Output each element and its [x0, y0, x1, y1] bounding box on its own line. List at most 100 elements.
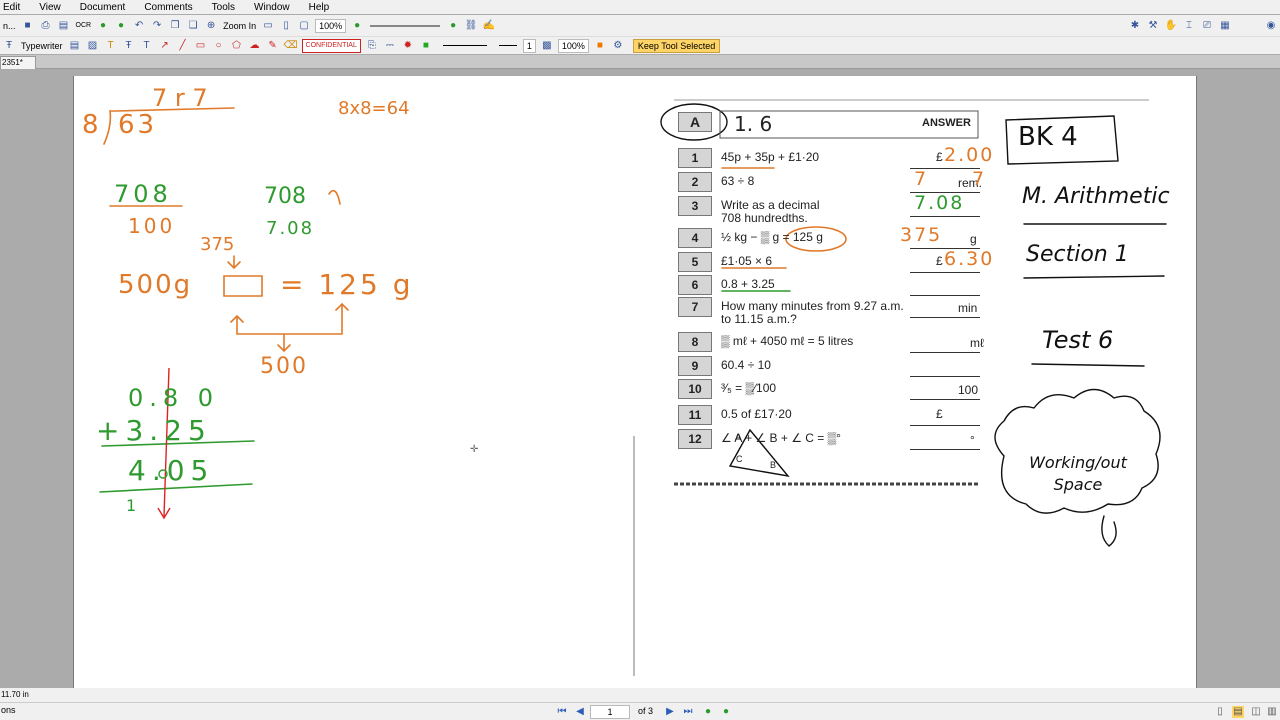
highlight-icon[interactable]: ▨ — [86, 39, 100, 53]
weight-left: 500g — [118, 270, 193, 300]
note-icon[interactable]: ▤ — [68, 39, 82, 53]
document-tab[interactable]: 2351* — [0, 56, 36, 69]
menu-comments[interactable]: Comments — [144, 2, 192, 13]
ocr-button[interactable]: OCR — [76, 22, 92, 29]
status-bar: 11.70 in — [0, 688, 1280, 702]
paste-icon[interactable]: ❏ — [186, 19, 200, 33]
question-number: 4 — [678, 228, 712, 248]
print-icon[interactable]: ⎙ — [39, 19, 53, 33]
subject-label: M. Arithmetic — [1022, 184, 1170, 209]
redo-icon[interactable]: ↷ — [150, 19, 164, 33]
facing-icon[interactable]: ◫ — [1250, 706, 1262, 718]
stamp-tool-icon[interactable]: ✹ — [401, 39, 415, 53]
section-label: Section 1 — [1026, 242, 1129, 267]
fraction-decimal: 7.08 — [266, 218, 315, 239]
menu-help[interactable]: Help — [309, 2, 330, 13]
back-view-icon[interactable]: ● — [702, 706, 714, 718]
line-width-preview — [498, 45, 517, 46]
document-page[interactable]: 8 63 7 r 7 8x8=64 708 100 708 7.08 375 5… — [73, 76, 1197, 688]
answer-line — [910, 352, 980, 353]
zoom-in-icon[interactable]: ⊕ — [204, 19, 218, 33]
measure-icon[interactable]: ⎓ — [383, 39, 397, 53]
page-size: 11.70 in — [1, 690, 29, 699]
zoom-plus-icon[interactable]: ● — [446, 19, 460, 33]
line-icon[interactable]: ╱ — [176, 39, 190, 53]
polygon-icon[interactable]: ⬠ — [230, 39, 244, 53]
arrow-icon[interactable]: ↗ — [158, 39, 172, 53]
last-page-icon[interactable]: ⏭ — [682, 706, 694, 718]
properties-icon[interactable]: ⚙ — [611, 39, 625, 53]
signature-icon[interactable]: ✍ — [482, 19, 496, 33]
scan-icon[interactable]: ▤ — [57, 19, 71, 33]
box-placeholder — [223, 275, 263, 297]
cloud-icon[interactable]: ☁ — [248, 39, 262, 53]
typewriter-button[interactable]: Typewriter — [21, 41, 63, 51]
actual-size-icon[interactable]: ▢ — [297, 19, 311, 33]
previous-page-icon[interactable]: ◀ — [574, 706, 586, 718]
continuous-icon[interactable]: ▤ — [1232, 706, 1244, 718]
single-page-icon[interactable]: ▯ — [1214, 706, 1226, 718]
document-tab-bar: 2351* — [0, 55, 1280, 69]
fit-width-icon[interactable]: ▯ — [279, 19, 293, 33]
line-style-select[interactable] — [442, 45, 487, 46]
undo-icon[interactable]: ↶ — [132, 19, 146, 33]
zoom-out-icon[interactable]: ● — [350, 19, 364, 33]
user-icon[interactable]: ◉ — [1264, 19, 1278, 33]
stamp-confidential[interactable]: CONFIDENTIAL — [301, 38, 361, 53]
menu-document[interactable]: Document — [80, 2, 126, 13]
zoom-slider[interactable] — [370, 24, 441, 27]
question-text-line2: 708 hundredths. — [721, 211, 808, 225]
pattern-icon[interactable]: ▩ — [540, 39, 554, 53]
snapshot-icon[interactable]: ⎚ — [1200, 19, 1214, 33]
open-menu[interactable]: n... — [3, 21, 16, 31]
hand-icon[interactable]: ✋ — [1164, 19, 1178, 33]
menu-window[interactable]: Window — [254, 2, 290, 13]
typewriter-icon[interactable]: Ŧ — [2, 39, 16, 53]
menu-edit[interactable]: Edit — [3, 2, 20, 13]
eraser-icon[interactable]: ⌫ — [284, 39, 298, 53]
page-number-input[interactable]: 1 — [590, 705, 630, 719]
next-page-icon[interactable]: ▶ — [664, 706, 676, 718]
copy-icon[interactable]: ❐ — [168, 19, 182, 33]
book-label: BK 4 — [1018, 122, 1078, 152]
question-number: 12 — [678, 429, 712, 449]
answer-prefix: £ — [936, 254, 943, 268]
annotation-layer — [99, 99, 1167, 676]
zoom-select[interactable]: 100% — [315, 18, 347, 33]
strikeout-icon[interactable]: Ŧ — [122, 39, 136, 53]
first-page-icon[interactable]: ⏮ — [556, 706, 568, 718]
continuous-facing-icon[interactable]: ▥ — [1266, 706, 1278, 718]
link-icon[interactable]: ⛓ — [464, 19, 478, 33]
text-box-icon[interactable]: T — [104, 39, 118, 53]
color-icon[interactable]: ■ — [593, 39, 607, 53]
stamp-icon[interactable]: ✱ — [1128, 19, 1142, 33]
select-icon[interactable]: ⌶ — [1182, 19, 1196, 33]
question-text: 0.5 of £17·20 — [721, 407, 792, 421]
attach-icon[interactable]: ⎘ — [365, 39, 379, 53]
menu-tools[interactable]: Tools — [212, 2, 235, 13]
underline-icon[interactable]: T — [140, 39, 154, 53]
zoom-in-button[interactable]: Zoom In — [223, 21, 256, 31]
fill-color-icon[interactable]: ■ — [419, 39, 433, 53]
question-number: 10 — [678, 379, 712, 399]
menu-view[interactable]: View — [39, 2, 61, 13]
carry-digit: 1 — [126, 496, 137, 515]
underline-test — [1031, 363, 1145, 367]
tools-icon[interactable]: ⚒ — [1146, 19, 1160, 33]
rectangle-icon[interactable]: ▭ — [194, 39, 208, 53]
forward-icon[interactable]: ● — [114, 19, 128, 33]
back-icon[interactable]: ● — [96, 19, 110, 33]
forward-view-icon[interactable]: ● — [720, 706, 732, 718]
table-icon[interactable]: ▦ — [1218, 19, 1232, 33]
options-menu[interactable]: ons — [1, 705, 16, 715]
keep-tool-selected-button[interactable]: Keep Tool Selected — [632, 38, 721, 53]
pencil-icon[interactable]: ✎ — [266, 39, 280, 53]
save-icon[interactable]: ■ — [21, 19, 35, 33]
ellipse-icon[interactable]: ○ — [212, 39, 226, 53]
menu-bar: Edit View Document Comments Tools Window… — [0, 0, 1280, 14]
opacity-select[interactable]: 100% — [557, 38, 589, 53]
fit-page-icon[interactable]: ▭ — [261, 19, 275, 33]
handwritten-answer: 6.30 — [944, 248, 995, 270]
comment-toolbar: Ŧ Typewriter ▤ ▨ T Ŧ T ↗ ╱ ▭ ○ ⬠ ☁ ✎ ⌫ C… — [0, 37, 1280, 54]
line-width-select[interactable]: 1 — [522, 38, 536, 53]
